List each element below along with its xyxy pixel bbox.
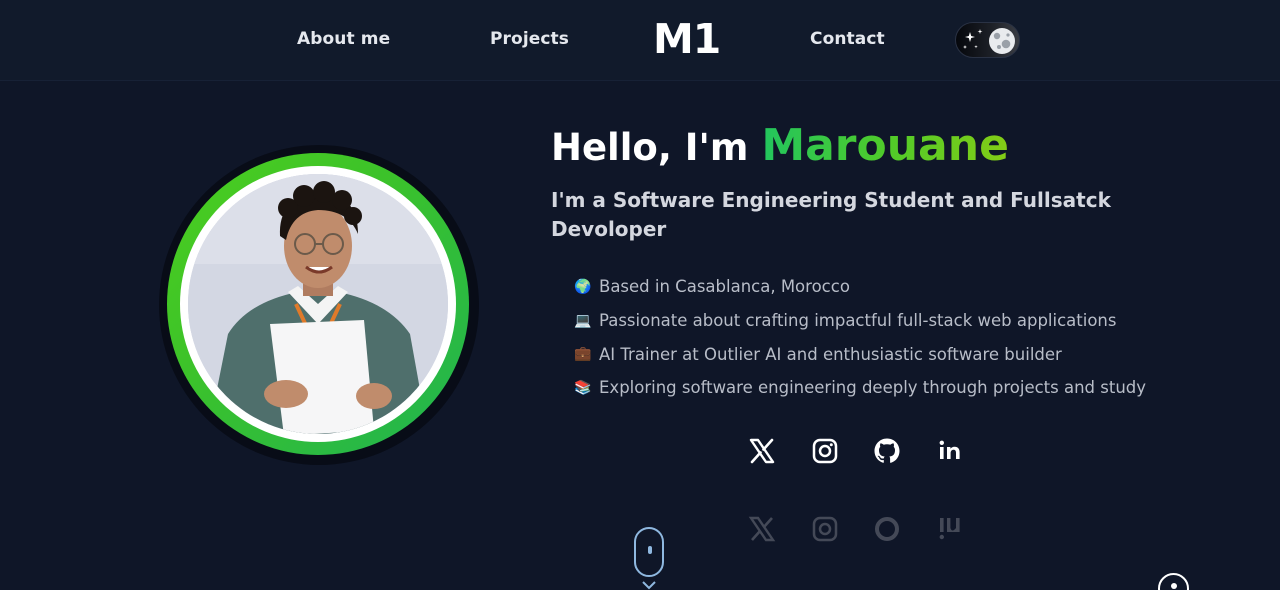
list-item: 📚 Exploring software engineering deeply … <box>574 371 1146 405</box>
hero-subtitle: I'm a Software Engineering Student and F… <box>551 188 1111 241</box>
hero-greeting: Hello, I'm Marouane <box>551 120 1009 174</box>
linkedin-link[interactable] <box>935 436 965 466</box>
about-list: 🌍 Based in Casablanca, Morocco 💻 Passion… <box>574 270 1146 405</box>
site-logo[interactable]: M1 <box>653 15 721 63</box>
globe-icon: 🌍 <box>574 278 592 295</box>
page: About me Projects M1 Contact Hello, I'm … <box>0 0 1280 590</box>
scroll-wheel <box>648 546 652 554</box>
github-link[interactable] <box>872 436 902 466</box>
profile-photo <box>188 174 448 434</box>
x-icon <box>747 514 777 544</box>
list-item: 💼 AI Trainer at Outlier AI and enthusias… <box>574 337 1146 371</box>
greeting-prefix: Hello, I'm <box>551 126 749 169</box>
nav-link-about[interactable]: About me <box>297 29 390 49</box>
list-item-text: Based in Casablanca, Morocco <box>599 277 850 297</box>
list-item: 🌍 Based in Casablanca, Morocco <box>574 270 1146 304</box>
linkedin-icon <box>939 440 960 459</box>
scroll-down-indicator[interactable] <box>634 527 664 577</box>
theme-toggle[interactable] <box>955 22 1020 58</box>
nav-link-contact[interactable]: Contact <box>810 29 885 49</box>
x-icon <box>749 438 775 464</box>
list-item-text: Passionate about crafting impactful full… <box>599 311 1117 331</box>
moon-icon <box>989 28 1015 54</box>
avatar <box>188 174 448 434</box>
github-icon <box>872 514 902 544</box>
chevron-down-icon <box>642 581 656 590</box>
list-item: 💻 Passionate about crafting impactful fu… <box>574 304 1146 338</box>
stars-icon <box>963 28 1015 54</box>
floating-action-button[interactable] <box>1158 573 1189 590</box>
instagram-link[interactable] <box>810 436 840 466</box>
books-icon: 📚 <box>574 379 592 396</box>
navbar: About me Projects M1 Contact <box>0 0 1280 81</box>
list-item-text: AI Trainer at Outlier AI and enthusiasti… <box>599 344 1062 364</box>
instagram-icon <box>812 438 838 464</box>
briefcase-icon: 💼 <box>574 346 592 363</box>
nav-link-projects[interactable]: Projects <box>490 29 569 49</box>
instagram-icon <box>810 514 840 544</box>
x-link[interactable] <box>747 436 777 466</box>
dot-icon <box>1171 583 1177 589</box>
list-item-text: Exploring software engineering deeply th… <box>599 378 1147 398</box>
linkedin-icon <box>935 514 965 544</box>
laptop-icon: 💻 <box>574 312 592 329</box>
hero-name: Marouane <box>761 120 1009 171</box>
github-icon <box>874 438 900 463</box>
